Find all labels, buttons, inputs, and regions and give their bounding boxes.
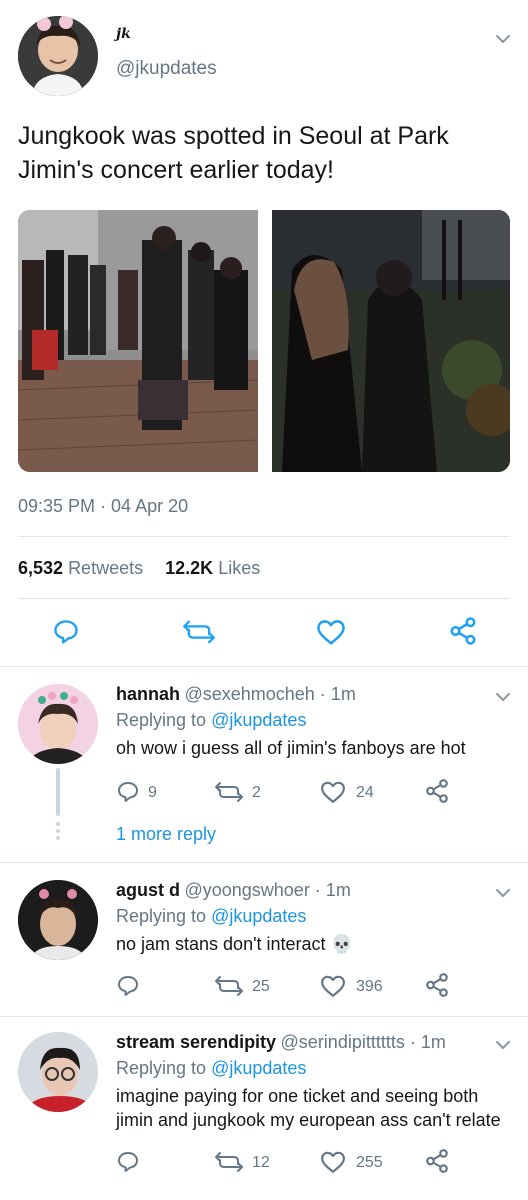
- author-avatar[interactable]: [18, 16, 98, 96]
- more-replies-link[interactable]: 1 more reply: [116, 824, 216, 845]
- reply-author-handle[interactable]: @sexehmocheh · 1m: [184, 684, 355, 704]
- reply-avatar[interactable]: [18, 684, 98, 764]
- reply-author-name[interactable]: hannah: [116, 684, 180, 704]
- like-icon[interactable]: [320, 974, 346, 998]
- thread-dots: [56, 822, 60, 840]
- retweet-icon[interactable]: [214, 974, 244, 998]
- replying-to: Replying to @jkupdates: [116, 710, 306, 731]
- like-icon[interactable]: [320, 1150, 346, 1174]
- reply-author-name[interactable]: agust d: [116, 880, 180, 900]
- replying-to: Replying to @jkupdates: [116, 906, 306, 927]
- retweet-count: 25: [252, 978, 270, 995]
- reply-header: stream serendipity @serindipitttttts · 1…: [116, 1032, 446, 1053]
- retweet-icon[interactable]: [214, 1150, 244, 1174]
- retweet-icon[interactable]: [214, 780, 244, 804]
- tweet-photo-2[interactable]: [272, 210, 510, 472]
- replying-to-link[interactable]: @jkupdates: [211, 1058, 306, 1078]
- replying-prefix: Replying to: [116, 906, 207, 926]
- like-count: 255: [356, 1154, 383, 1171]
- tweet-photo-1[interactable]: [18, 210, 258, 472]
- reply-author-handle[interactable]: @yoongswhoer · 1m: [184, 880, 350, 900]
- tweet-text-line1: Jungkook was spotted in Seoul at Park: [18, 122, 449, 150]
- replying-prefix: Replying to: [116, 1058, 207, 1078]
- reply-text-line1: imagine paying for one ticket and seeing…: [116, 1086, 479, 1106]
- divider: [0, 862, 528, 863]
- divider: [0, 666, 528, 667]
- retweet-count: 12: [252, 1154, 270, 1171]
- divider: [0, 1016, 528, 1017]
- retweet-count: 2: [252, 784, 261, 801]
- reply-count: 9: [148, 784, 157, 801]
- likes-count[interactable]: 12.2K: [165, 558, 213, 578]
- author-handle[interactable]: @jkupdates: [116, 58, 217, 80]
- chevron-down-icon[interactable]: [495, 692, 511, 702]
- replying-prefix: Replying to: [116, 710, 207, 730]
- like-count: 24: [356, 784, 374, 801]
- reply-avatar[interactable]: [18, 1032, 98, 1112]
- retweets-label[interactable]: Retweets: [68, 558, 143, 578]
- reply-text: no jam stans don't interact 💀: [116, 934, 353, 954]
- reply-icon[interactable]: [116, 974, 140, 998]
- reply-icon[interactable]: [116, 780, 140, 804]
- reply-icon[interactable]: [52, 618, 80, 646]
- author-display-name[interactable]: jk: [116, 26, 131, 42]
- reply-author-name[interactable]: stream serendipity: [116, 1032, 276, 1052]
- tweet-text-line2: Jimin's concert earlier today!: [18, 156, 335, 184]
- reply-text-line2: jimin and jungkook my european ass can't…: [116, 1110, 501, 1130]
- tweet-timestamp[interactable]: 09:35 PM · 04 Apr 20: [18, 496, 188, 517]
- retweets-count[interactable]: 6,532: [18, 558, 63, 578]
- divider: [18, 536, 510, 537]
- likes-label[interactable]: Likes: [218, 558, 260, 578]
- reply-avatar[interactable]: [18, 880, 98, 960]
- share-icon[interactable]: [424, 778, 450, 804]
- replying-to-link[interactable]: @jkupdates: [211, 710, 306, 730]
- like-icon[interactable]: [316, 618, 346, 646]
- reply-header: agust d @yoongswhoer · 1m: [116, 880, 351, 901]
- like-count: 396: [356, 978, 383, 995]
- tweet-stats: 6,532 Retweets 12.2K Likes: [18, 558, 260, 579]
- thread-line: [56, 768, 60, 816]
- reply-icon[interactable]: [116, 1150, 140, 1174]
- chevron-down-icon[interactable]: [495, 34, 511, 44]
- replying-to-link[interactable]: @jkupdates: [211, 906, 306, 926]
- retweet-icon[interactable]: [182, 618, 216, 646]
- reply-author-handle[interactable]: @serindipitttttts · 1m: [281, 1032, 446, 1052]
- reply-text: oh wow i guess all of jimin's fanboys ar…: [116, 738, 466, 758]
- reply-header: hannah @sexehmocheh · 1m: [116, 684, 356, 705]
- replying-to: Replying to @jkupdates: [116, 1058, 306, 1079]
- share-icon[interactable]: [424, 1148, 450, 1174]
- chevron-down-icon[interactable]: [495, 1040, 511, 1050]
- divider: [18, 598, 510, 599]
- like-icon[interactable]: [320, 780, 346, 804]
- chevron-down-icon[interactable]: [495, 888, 511, 898]
- share-icon[interactable]: [424, 972, 450, 998]
- share-icon[interactable]: [448, 616, 478, 646]
